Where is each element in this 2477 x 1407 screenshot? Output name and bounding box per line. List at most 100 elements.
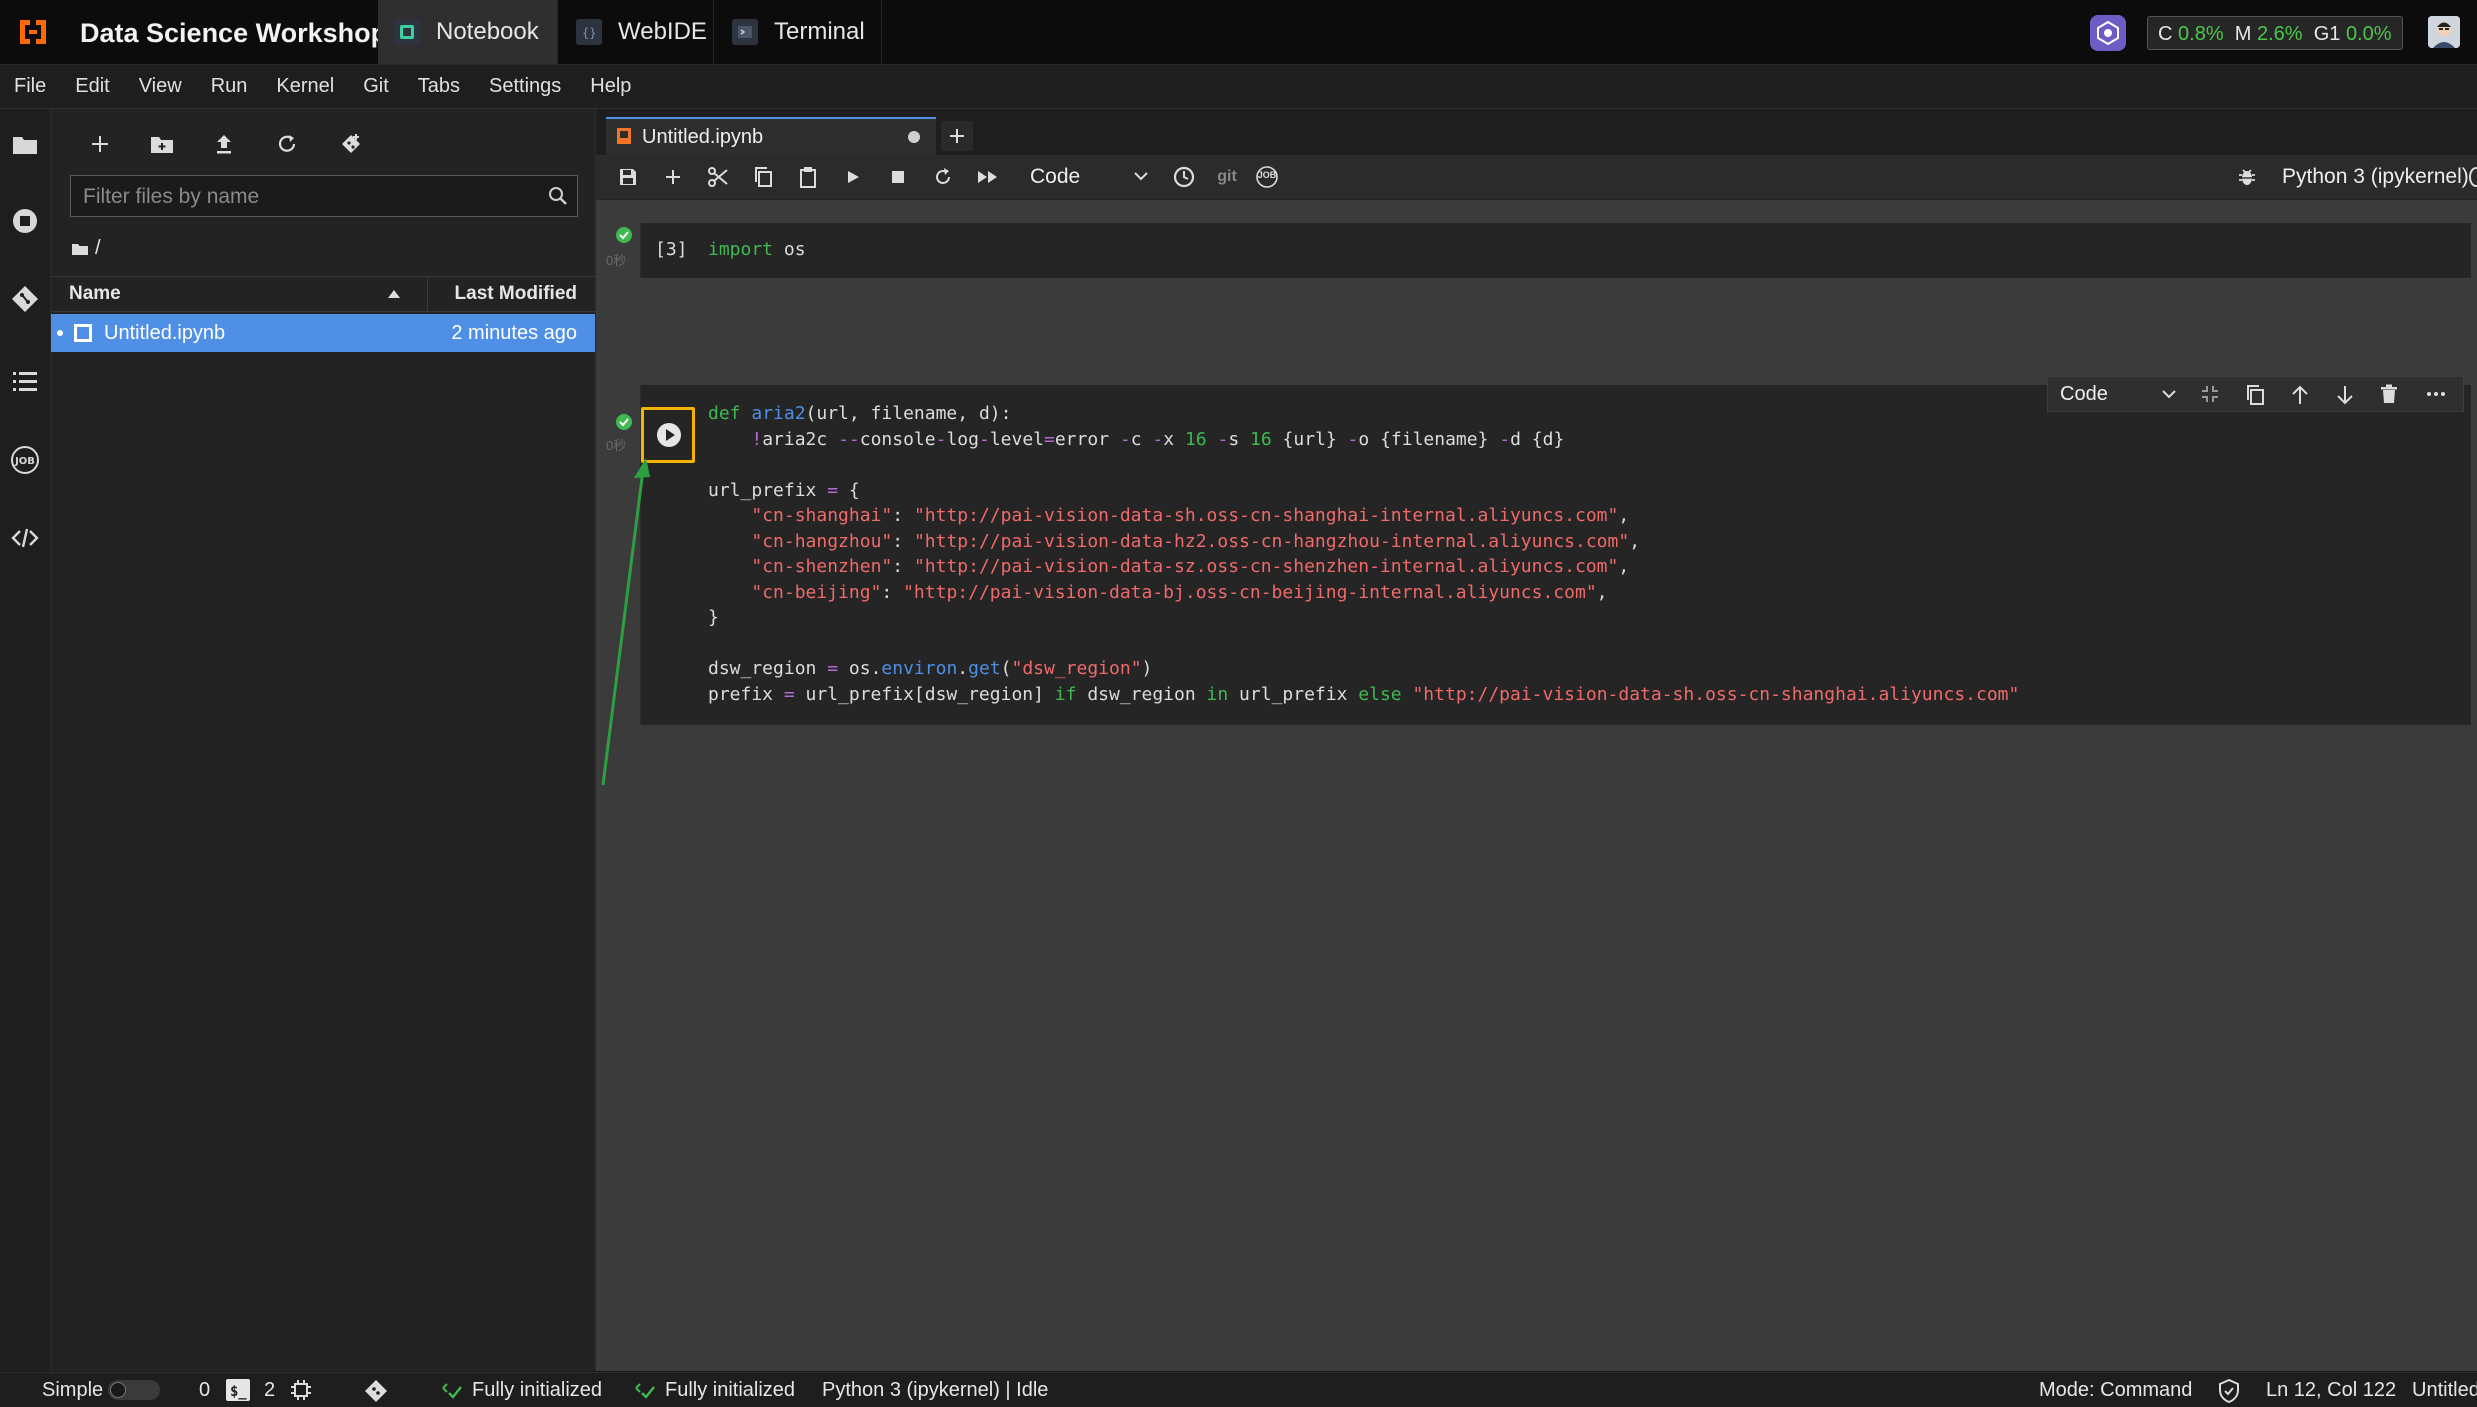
- sort-ascending-icon[interactable]: [387, 289, 401, 299]
- cell-type-value[interactable]: Code: [2060, 377, 2108, 411]
- clock-icon[interactable]: [1169, 162, 1199, 192]
- stop-icon[interactable]: [883, 162, 913, 192]
- code-line: }: [708, 605, 2019, 631]
- code-token: dsw_region: [1076, 683, 1207, 705]
- cursor-position[interactable]: Ln 12, Col 122: [2266, 1373, 2396, 1407]
- restart-icon[interactable]: [928, 162, 958, 192]
- notebook-panel[interactable]: 0秒 [3] import os 0秒 def aria2(url, filen…: [596, 200, 2477, 1371]
- kernel-status[interactable]: Python 3 (ipykernel) | Idle: [822, 1373, 1048, 1407]
- menu-edit[interactable]: Edit: [75, 75, 109, 98]
- menu-kernel[interactable]: Kernel: [276, 75, 334, 98]
- job-icon[interactable]: JOB: [1252, 162, 1282, 192]
- copy-icon[interactable]: [748, 162, 778, 192]
- running-kernels-icon[interactable]: [9, 205, 41, 237]
- plugin-icon[interactable]: [2090, 15, 2126, 51]
- move-down-icon[interactable]: [2335, 384, 2355, 406]
- kernel-name[interactable]: Python 3 (ipykernel): [2282, 155, 2469, 199]
- simple-mode-toggle[interactable]: [108, 1380, 160, 1400]
- add-tab-button[interactable]: [941, 121, 973, 151]
- kernel-chip-icon[interactable]: [290, 1379, 312, 1401]
- job-icon[interactable]: JOB: [9, 444, 41, 476]
- init-status-1[interactable]: Fully initialized: [472, 1373, 602, 1407]
- code-token: d {d}: [1510, 428, 1565, 450]
- more-options-icon[interactable]: [2425, 384, 2447, 404]
- menu-view[interactable]: View: [139, 75, 182, 98]
- unsaved-dot-icon[interactable]: [908, 131, 920, 143]
- code-token: x: [1163, 428, 1185, 450]
- terminals-count[interactable]: 0: [199, 1373, 210, 1407]
- duplicate-cell-icon[interactable]: [2245, 384, 2265, 406]
- code-cell-2[interactable]: def aria2(url, filename, d): !aria2c --c…: [640, 385, 2471, 725]
- folder-icon[interactable]: [9, 129, 41, 161]
- menu-run[interactable]: Run: [211, 75, 248, 98]
- git-status-icon[interactable]: [364, 1379, 388, 1403]
- cell-type-select[interactable]: Code: [1030, 161, 1154, 193]
- code-token: url_prefix: [708, 479, 828, 501]
- menu-bar: File Edit View Run Kernel Git Tabs Setti…: [0, 65, 2477, 109]
- terminal-icon[interactable]: $_: [226, 1379, 250, 1401]
- user-avatar[interactable]: [2428, 16, 2460, 48]
- tab-notebook[interactable]: Notebook: [378, 0, 558, 64]
- git-clone-icon[interactable]: [336, 129, 366, 159]
- app-logo-icon: [16, 16, 50, 48]
- notebook-file-icon: [616, 127, 632, 145]
- main-area: Untitled.ipynb Code git JOB Python 3 (ip…: [596, 109, 2477, 1371]
- breadcrumb[interactable]: /: [71, 237, 101, 260]
- git-diff-icon[interactable]: git: [1210, 162, 1244, 192]
- column-name[interactable]: Name: [69, 277, 121, 311]
- tab-terminal[interactable]: Terminal: [716, 0, 882, 64]
- menu-settings[interactable]: Settings: [489, 75, 561, 98]
- column-last-modified[interactable]: Last Modified: [455, 277, 577, 311]
- tab-webide[interactable]: {} WebIDE: [560, 0, 714, 64]
- code-cell-1[interactable]: [3] import os: [640, 223, 2471, 278]
- save-icon[interactable]: [613, 162, 643, 192]
- fast-forward-icon[interactable]: [973, 162, 1003, 192]
- code-token: "http://pai-vision-data-sh.oss-cn-shangh…: [913, 505, 1619, 526]
- debugger-icon[interactable]: [2232, 162, 2262, 192]
- code-token: =: [827, 658, 839, 679]
- init-status-2[interactable]: Fully initialized: [665, 1373, 795, 1407]
- trusted-shield-icon[interactable]: [2218, 1379, 2240, 1403]
- code-token: o {filename}: [1358, 428, 1500, 450]
- cell-source[interactable]: import os: [708, 237, 806, 263]
- webide-icon: {}: [576, 19, 602, 45]
- code-snippets-icon[interactable]: [9, 522, 41, 554]
- code-token: :: [881, 581, 904, 603]
- insert-cell-icon[interactable]: [658, 162, 688, 192]
- chevron-down-icon[interactable]: [2162, 389, 2176, 399]
- new-launcher-button[interactable]: [85, 129, 115, 159]
- notebook-mode[interactable]: Mode: Command: [2039, 1373, 2192, 1407]
- breadcrumb-root[interactable]: /: [95, 237, 101, 260]
- column-divider[interactable]: [427, 277, 428, 311]
- file-filter-field[interactable]: [70, 175, 578, 218]
- run-cell-icon[interactable]: [656, 422, 682, 448]
- file-filter-input[interactable]: [71, 176, 545, 218]
- table-of-contents-icon[interactable]: [9, 365, 41, 397]
- paste-icon[interactable]: [793, 162, 823, 192]
- code-token: def: [708, 403, 741, 424]
- kernels-count[interactable]: 2: [264, 1373, 275, 1407]
- file-row[interactable]: Untitled.ipynb 2 minutes ago: [51, 314, 595, 352]
- git-icon[interactable]: [9, 283, 41, 315]
- menu-tabs[interactable]: Tabs: [418, 75, 460, 98]
- new-folder-button[interactable]: [147, 129, 177, 159]
- menu-help[interactable]: Help: [590, 75, 631, 98]
- code-token: ): [1141, 658, 1153, 679]
- resource-usage[interactable]: C 0.8% M 2.6% G1 0.0%: [2147, 16, 2403, 50]
- menu-file[interactable]: File: [14, 75, 46, 98]
- cell-source[interactable]: def aria2(url, filename, d): !aria2c --c…: [708, 401, 2019, 707]
- code-line: prefix = url_prefix[dsw_region] if dsw_r…: [708, 682, 2019, 708]
- current-file: Untitled: [2412, 1379, 2477, 1401]
- collapse-icon[interactable]: [2200, 384, 2220, 404]
- cut-icon[interactable]: [703, 162, 733, 192]
- tab-untitled-ipynb[interactable]: Untitled.ipynb: [606, 117, 936, 155]
- menu-git[interactable]: Git: [363, 75, 389, 98]
- annotation-arrow: [601, 458, 650, 786]
- refresh-icon[interactable]: [272, 129, 302, 159]
- file-browser: / Name Last Modified Untitled.ipynb 2 mi…: [51, 109, 596, 1371]
- move-up-icon[interactable]: [2290, 384, 2310, 406]
- delete-icon[interactable]: [2380, 384, 2398, 404]
- run-icon[interactable]: [838, 162, 868, 192]
- upload-button[interactable]: [209, 129, 239, 159]
- document-tab-bar: Untitled.ipynb: [596, 109, 2477, 155]
